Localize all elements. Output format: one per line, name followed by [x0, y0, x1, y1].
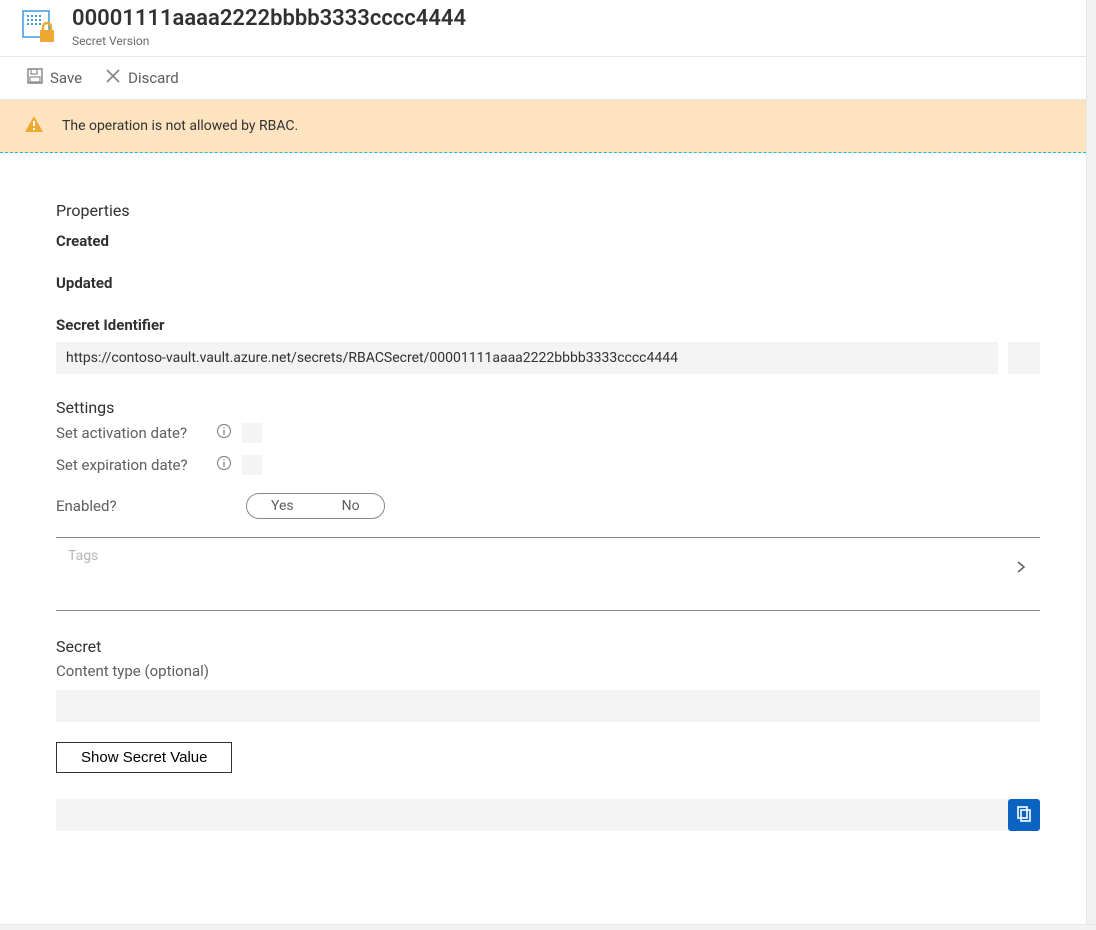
- enabled-no[interactable]: No: [318, 494, 384, 518]
- enabled-yes[interactable]: Yes: [247, 494, 318, 518]
- enabled-row: Enabled? Yes No: [56, 493, 1040, 519]
- content-type-label: Content type (optional): [56, 662, 1040, 680]
- show-secret-value-button[interactable]: Show Secret Value: [56, 742, 232, 773]
- warning-icon: [24, 114, 44, 138]
- page-header: 00001111aaaa2222bbbb3333cccc4444 Secret …: [0, 0, 1096, 57]
- content-type-input[interactable]: [56, 690, 1040, 722]
- settings-heading: Settings: [56, 398, 1040, 417]
- expiration-date-checkbox[interactable]: [242, 455, 262, 475]
- page-subtitle: Secret Version: [72, 34, 466, 48]
- secret-version-icon: [22, 10, 56, 44]
- banner-message: The operation is not allowed by RBAC.: [62, 118, 298, 134]
- save-button[interactable]: Save: [18, 65, 90, 91]
- content-area: Properties Created Updated Secret Identi…: [0, 153, 1096, 831]
- save-icon: [26, 67, 44, 89]
- secret-identifier-label: Secret Identifier: [56, 316, 1040, 334]
- copy-secret-button[interactable]: [1008, 799, 1040, 831]
- updated-label: Updated: [56, 274, 1040, 292]
- secret-identifier-value[interactable]: https://contoso-vault.vault.azure.net/se…: [56, 342, 998, 374]
- activation-date-checkbox[interactable]: [242, 423, 262, 443]
- copy-icon: [1015, 804, 1033, 826]
- chevron-right-icon: [1014, 560, 1028, 578]
- properties-heading: Properties: [56, 201, 1040, 220]
- close-icon: [104, 67, 122, 89]
- window-bottom-edge: [0, 924, 1096, 930]
- rbac-warning-banner: The operation is not allowed by RBAC.: [0, 100, 1096, 153]
- created-label: Created: [56, 232, 1040, 250]
- discard-label: Discard: [128, 69, 179, 87]
- tags-section[interactable]: Tags: [56, 537, 1040, 611]
- info-icon[interactable]: [216, 455, 232, 475]
- page-title: 00001111aaaa2222bbbb3333cccc4444: [72, 6, 466, 32]
- scrollbar-track[interactable]: [1086, 0, 1096, 930]
- save-label: Save: [50, 69, 82, 87]
- enabled-label: Enabled?: [56, 497, 246, 515]
- discard-button[interactable]: Discard: [96, 65, 187, 91]
- copy-identifier-button[interactable]: [1008, 342, 1040, 374]
- secret-value-field[interactable]: [56, 799, 1010, 831]
- info-icon[interactable]: [216, 423, 232, 443]
- expiration-date-row: Set expiration date?: [56, 455, 1040, 475]
- secret-heading: Secret: [56, 637, 1040, 656]
- activation-date-row: Set activation date?: [56, 423, 1040, 443]
- command-bar: Save Discard: [0, 57, 1096, 100]
- tags-label: Tags: [68, 548, 98, 564]
- enabled-toggle[interactable]: Yes No: [246, 493, 385, 519]
